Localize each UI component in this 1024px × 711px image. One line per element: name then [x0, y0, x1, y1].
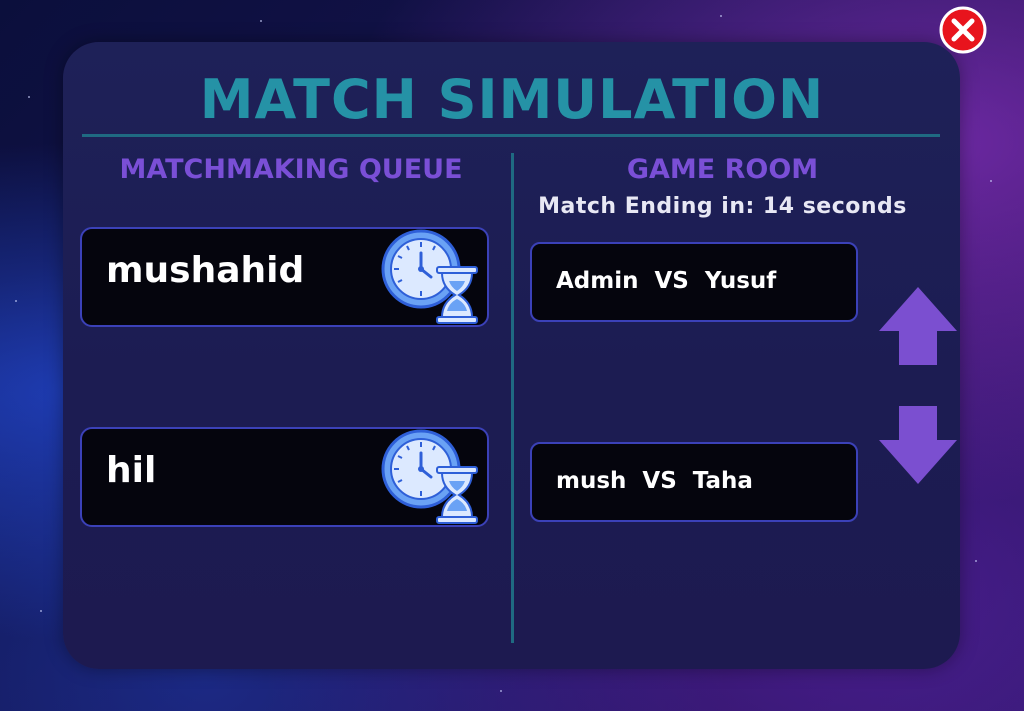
- queue-player-name: mushahid: [106, 250, 305, 291]
- page-title: MATCH SIMULATION: [199, 68, 825, 131]
- arrow-up-icon[interactable]: [879, 287, 957, 365]
- queue-player-card: mushahid: [80, 227, 489, 327]
- queue-player-name: hil: [106, 450, 157, 491]
- match-timer: Match Ending in: 14 seconds: [538, 194, 907, 219]
- game-room-match-card: Admin VS Yusuf: [530, 242, 858, 322]
- clock-hourglass-icon: [381, 229, 478, 324]
- game-room-match-card: mush VS Taha: [530, 442, 858, 522]
- title-divider: [82, 134, 940, 137]
- background-star: [720, 15, 722, 17]
- background-star: [260, 20, 262, 22]
- background-star: [975, 560, 977, 562]
- background-star: [15, 300, 17, 302]
- queue-player-card: hil: [80, 427, 489, 527]
- background-star: [40, 610, 42, 612]
- clock-hourglass-icon: [381, 429, 478, 524]
- close-icon[interactable]: [939, 6, 987, 54]
- column-divider: [511, 153, 514, 643]
- matchmaking-queue-heading: MATCHMAKING QUEUE: [119, 154, 463, 185]
- game-room-heading: GAME ROOM: [626, 154, 819, 185]
- arrow-down-icon[interactable]: [879, 406, 957, 484]
- background-star: [990, 180, 992, 182]
- background-star: [500, 690, 502, 692]
- match-label: Admin VS Yusuf: [556, 268, 777, 294]
- match-label: mush VS Taha: [556, 468, 753, 494]
